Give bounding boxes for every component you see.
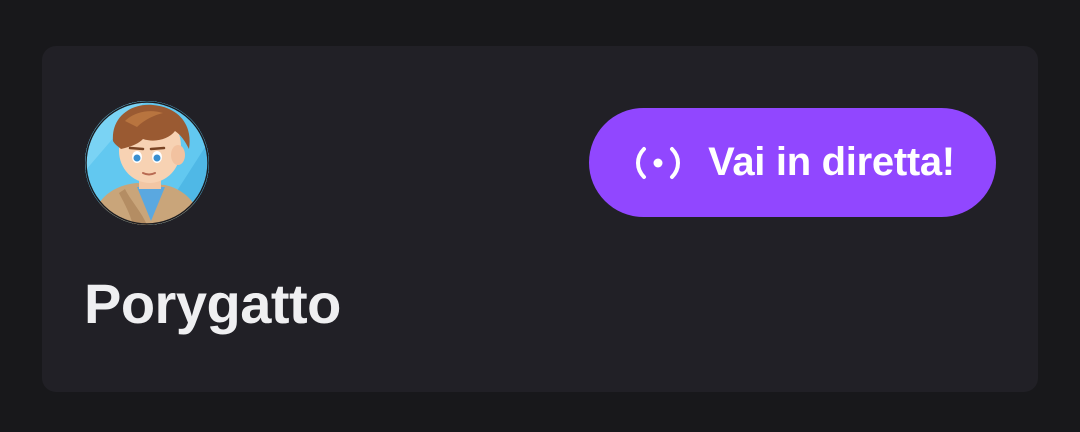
avatar-illustration (85, 101, 209, 225)
broadcast-icon (630, 143, 686, 183)
channel-username: Porygatto (84, 272, 341, 335)
go-live-button[interactable]: Vai in diretta! (589, 108, 996, 217)
avatar[interactable] (85, 101, 209, 225)
channel-card: Porygatto Vai in diretta! (42, 46, 1038, 392)
go-live-label: Vai in diretta! (708, 140, 955, 184)
